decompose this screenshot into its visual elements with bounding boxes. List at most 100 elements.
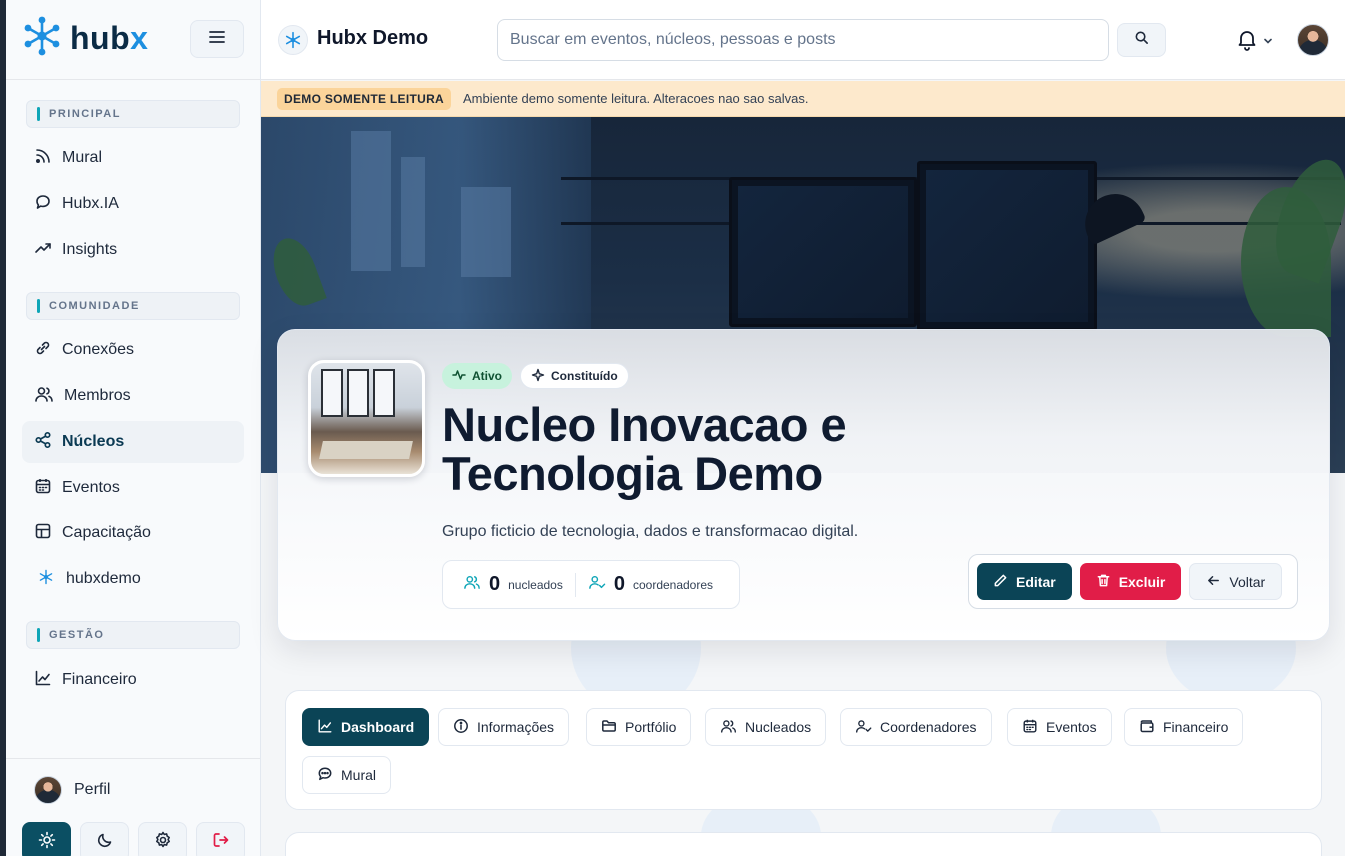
link-icon xyxy=(34,339,52,362)
user-avatar[interactable] xyxy=(1297,24,1329,56)
users-icon xyxy=(463,574,481,595)
brand-name: hubx xyxy=(70,19,149,56)
bell-icon xyxy=(1235,27,1259,56)
dashboard-panel xyxy=(285,832,1322,856)
rss-icon xyxy=(34,147,52,170)
back-button[interactable]: Voltar xyxy=(1189,563,1283,600)
sidebar-item-capacitacao[interactable]: Capacitação xyxy=(22,512,244,554)
logout-icon xyxy=(212,831,230,854)
workspace-name: Hubx Demo xyxy=(317,27,429,49)
sparkle-icon xyxy=(531,368,545,385)
activity-icon xyxy=(452,368,466,385)
tab-nucleados[interactable]: Nucleados xyxy=(705,708,827,746)
sidebar-profile[interactable]: Perfil xyxy=(34,776,110,804)
folder-icon xyxy=(601,718,617,737)
stat-coordenadores: 0 coordenadores xyxy=(588,573,713,596)
stat-divider xyxy=(574,572,576,597)
tab-dashboard[interactable]: Dashboard xyxy=(302,708,430,746)
light-theme-button[interactable] xyxy=(22,822,71,856)
type-badge: Constituído xyxy=(520,363,629,389)
snowflake-icon xyxy=(38,569,54,590)
sidebar-item-nucleos[interactable]: Núcleos xyxy=(22,421,244,463)
search-button[interactable] xyxy=(1117,23,1166,57)
sun-icon xyxy=(38,831,56,854)
users-icon xyxy=(720,718,737,737)
sidebar-item-label: Eventos xyxy=(62,479,120,496)
notifications-button[interactable] xyxy=(1235,27,1273,56)
wallet-icon xyxy=(1139,718,1155,737)
line-chart-icon xyxy=(317,718,333,737)
demo-banner-text: Ambiente demo somente leitura. Alteracoe… xyxy=(463,91,809,106)
arrow-left-icon xyxy=(1206,573,1221,591)
profile-label: Perfil xyxy=(74,781,111,798)
section-principal: PRINCIPAL xyxy=(26,100,240,128)
avatar xyxy=(34,776,62,804)
user-check-icon xyxy=(588,574,606,595)
gear-icon xyxy=(154,831,172,854)
sidebar-item-label: Núcleos xyxy=(62,433,125,450)
pencil-icon xyxy=(993,573,1008,591)
nucleo-actions: Editar Excluir Voltar xyxy=(968,554,1298,609)
search-input[interactable] xyxy=(497,19,1109,61)
dark-theme-button[interactable] xyxy=(80,822,129,856)
cover-monitor-left xyxy=(729,177,917,327)
sidebar-item-label: Capacitação xyxy=(62,524,151,541)
chevron-down-icon xyxy=(1263,33,1273,51)
tab-eventos[interactable]: Eventos xyxy=(1007,708,1112,746)
section-comunidade: COMUNIDADE xyxy=(26,292,240,320)
app: hubx PRINCIPAL Mural Hubx.IA Insights CO… xyxy=(0,0,1345,856)
calendar-icon xyxy=(1022,718,1038,737)
stat-value: 0 xyxy=(489,573,501,595)
edit-button[interactable]: Editar xyxy=(977,563,1072,600)
quick-actions xyxy=(22,822,245,856)
stat-nucleados: 0 nucleados xyxy=(463,573,563,596)
sidebar-item-label: Hubx.IA xyxy=(62,195,119,212)
section-gestao: GESTÃO xyxy=(26,621,240,649)
tab-coordenadores[interactable]: Coordenadores xyxy=(840,708,992,746)
brand-logo[interactable]: hubx xyxy=(22,16,148,60)
logout-button[interactable] xyxy=(196,822,245,856)
sidebar-item-membros[interactable]: Membros xyxy=(22,375,244,417)
delete-button[interactable]: Excluir xyxy=(1079,563,1182,600)
sidebar: hubx PRINCIPAL Mural Hubx.IA Insights CO… xyxy=(6,0,261,856)
nucleo-description: Grupo ficticio de tecnologia, dados e tr… xyxy=(442,523,859,540)
stat-label: nucleados xyxy=(508,577,563,592)
trending-up-icon xyxy=(34,239,52,262)
chat-dots-icon xyxy=(317,766,333,785)
sidebar-item-label: Financeiro xyxy=(62,671,137,688)
nucleo-badges: Ativo Constituído xyxy=(442,363,629,389)
workspace-icon xyxy=(278,25,308,55)
info-icon xyxy=(453,718,469,737)
sidebar-item-hubxdemo[interactable]: hubxdemo xyxy=(22,558,244,600)
nucleo-stats: 0 nucleados 0 coordenadores xyxy=(442,560,740,609)
tab-mural[interactable]: Mural xyxy=(302,756,392,794)
nucleo-header-card: Ativo Constituído Nucleo Inovacao e Tecn… xyxy=(277,329,1330,641)
settings-button[interactable] xyxy=(138,822,187,856)
sidebar-item-conexoes[interactable]: Conexões xyxy=(22,329,244,371)
tab-portfolio[interactable]: Portfólio xyxy=(586,708,692,746)
hubx-logo-icon xyxy=(22,16,62,61)
nucleo-avatar-image xyxy=(308,360,425,477)
sidebar-item-financeiro[interactable]: Financeiro xyxy=(22,659,244,701)
tab-financeiro[interactable]: Financeiro xyxy=(1124,708,1244,746)
search-icon xyxy=(1134,30,1149,50)
sidebar-item-label: Insights xyxy=(62,241,118,258)
menu-toggle-button[interactable] xyxy=(190,20,244,58)
line-chart-icon xyxy=(34,669,52,692)
stat-label: coordenadores xyxy=(632,577,714,592)
tab-informacoes[interactable]: Informações xyxy=(438,708,570,746)
sidebar-bottom-divider xyxy=(6,758,260,759)
sidebar-item-eventos[interactable]: Eventos xyxy=(22,467,244,509)
demo-badge: DEMO SOMENTE LEITURA xyxy=(277,87,452,110)
status-badge: Ativo xyxy=(442,363,512,389)
hamburger-icon xyxy=(208,30,226,49)
cover-monitor-right xyxy=(917,161,1097,331)
sidebar-divider xyxy=(6,79,260,80)
sidebar-item-insights[interactable]: Insights xyxy=(22,229,244,271)
sidebar-item-mural[interactable]: Mural xyxy=(22,137,244,179)
sidebar-item-hubx-ia[interactable]: Hubx.IA xyxy=(22,183,244,225)
demo-banner: DEMO SOMENTE LEITURA Ambiente demo somen… xyxy=(261,81,1345,117)
sidebar-item-label: Conexões xyxy=(62,341,135,358)
sidebar-item-label: hubxdemo xyxy=(66,570,141,587)
page-title: Nucleo Inovacao e Tecnologia Demo xyxy=(442,398,847,500)
